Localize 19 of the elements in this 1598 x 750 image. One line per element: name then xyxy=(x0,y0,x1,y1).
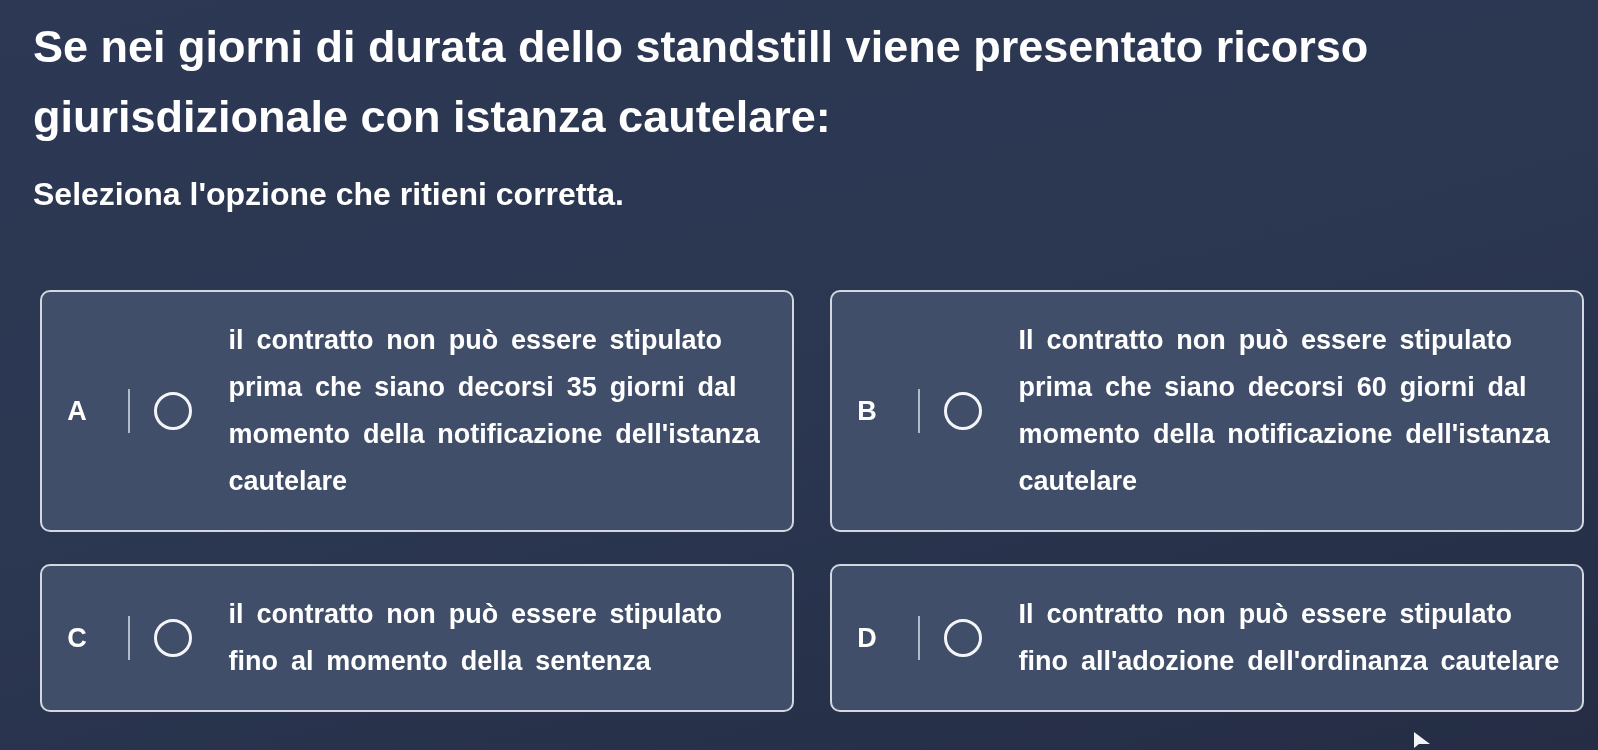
option-letter: D xyxy=(856,622,878,654)
option-text: Il contratto non può essere stipulato fino all'adozione dell'ordinanza cautelare xyxy=(1018,598,1561,678)
answer-option[interactable]: C il contratto non può essere stipulato fino al momento della sentenza xyxy=(40,564,794,712)
option-text: Il contratto non può essere stipulato prima che siano decorsi 60 giorni dal momento della notificazione dell'istanza cautelare xyxy=(1018,324,1551,498)
option-letter: C xyxy=(66,622,88,654)
option-letter: A xyxy=(66,395,88,427)
option-text: il contratto non può essere stipulato prima che siano decorsi 35 giorni dal momento della notificazione dell'istanza cautelare xyxy=(228,324,761,498)
option-text: il contratto non può essere stipulato fino al momento della sentenza xyxy=(228,598,724,678)
radio-button-icon[interactable] xyxy=(943,392,982,430)
option-letter: B xyxy=(856,395,878,427)
answer-option[interactable]: A il contratto non può essere stipulato prima che siano decorsi 35 giorni dal momento della notificazione dell'istanza cautelare xyxy=(40,290,794,532)
question-title: Se nei giorni di durata dello standstill viene presentato ricorso giurisdizionale con istanza cautelare: xyxy=(33,20,1370,144)
radio-button-icon[interactable] xyxy=(153,392,192,430)
answer-option[interactable]: B Il contratto non può essere stipulato prima che siano decorsi 60 giorni dal momento della notificazione dell'istanza cautelare xyxy=(830,290,1584,532)
radio-button-icon[interactable] xyxy=(943,619,982,657)
mouse-pointer-icon xyxy=(1412,731,1432,749)
radio-button-icon[interactable] xyxy=(153,619,192,657)
answer-option[interactable]: D Il contratto non può essere stipulato fino all'adozione dell'ordinanza cautelare xyxy=(830,564,1584,712)
instruction-text: Seleziona l'opzione che ritieni corretta. xyxy=(33,175,625,214)
